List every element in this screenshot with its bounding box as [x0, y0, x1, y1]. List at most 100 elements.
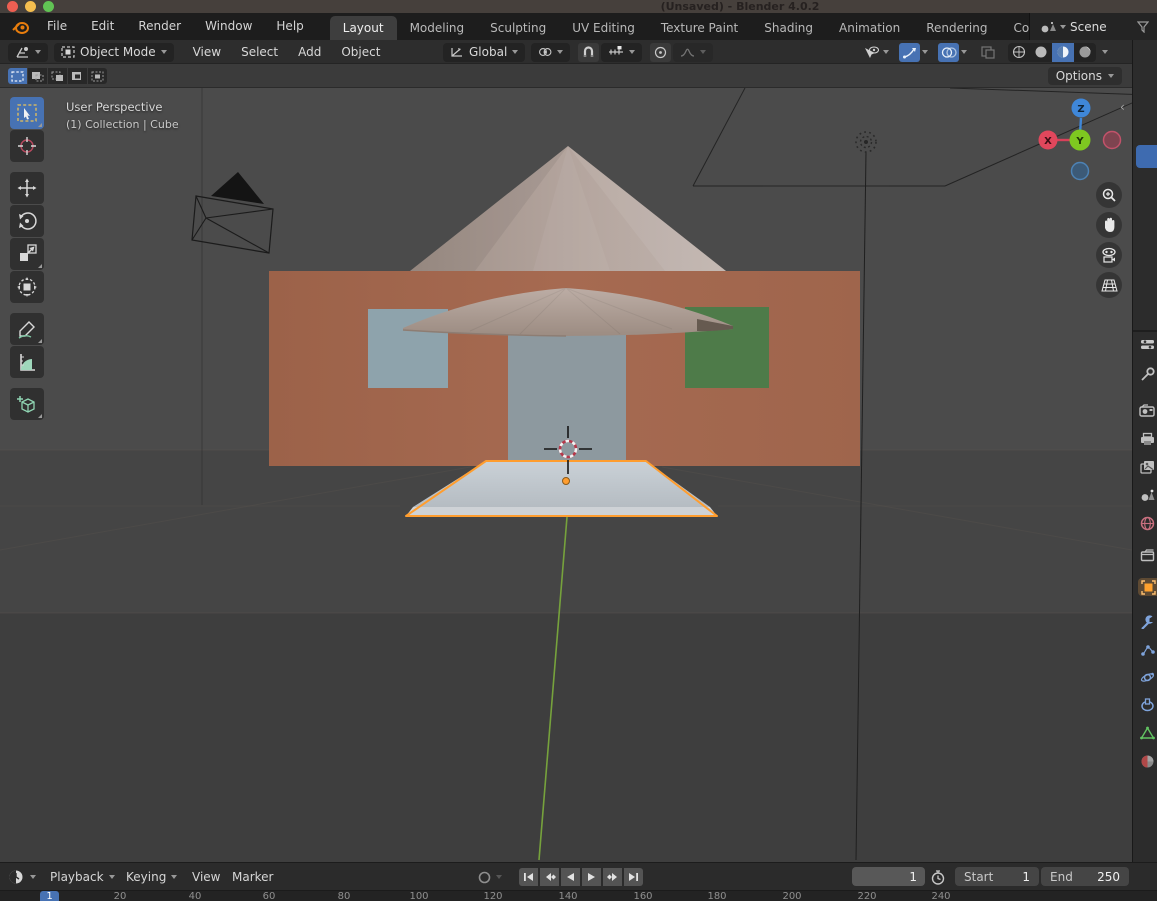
tab-animation[interactable]: Animation [826, 16, 913, 40]
next-keyframe-button[interactable] [603, 868, 622, 886]
tab-collection[interactable] [1138, 546, 1156, 564]
previous-keyframe-button[interactable] [540, 868, 559, 886]
play-reverse-button[interactable] [561, 868, 580, 886]
menu-select[interactable]: Select [232, 42, 287, 62]
proportional-editing-toggle[interactable] [650, 43, 671, 62]
menu-timeline-view[interactable]: View [192, 867, 220, 887]
tab-scene[interactable] [1138, 486, 1156, 504]
menu-add[interactable]: Add [289, 42, 330, 62]
select-mode-subtract-button[interactable] [48, 68, 67, 84]
minimize-window-button[interactable] [25, 1, 36, 12]
falloff-dropdown[interactable] [673, 43, 713, 62]
end-frame-field[interactable]: End 250 [1041, 867, 1129, 886]
tool-transform[interactable] [10, 271, 44, 303]
select-mode-extend-button[interactable] [28, 68, 47, 84]
tool-add-cube[interactable] [10, 388, 44, 420]
top-menubar: File Edit Render Window Help Layout Mode… [0, 13, 1157, 40]
menu-keying[interactable]: Keying [126, 867, 177, 887]
tool-rotate[interactable] [10, 205, 44, 237]
tab-texture-paint[interactable]: Texture Paint [648, 16, 751, 40]
tab-modifiers[interactable] [1138, 612, 1156, 630]
tool-annotate[interactable] [10, 313, 44, 345]
tab-compositing[interactable]: Compositing [1000, 16, 1029, 40]
tab-tool[interactable] [1138, 365, 1156, 383]
scene-selector[interactable]: Scene [1029, 13, 1157, 40]
timeline-editor-type-button[interactable] [8, 867, 36, 887]
menu-view[interactable]: View [184, 42, 230, 62]
editor-type-button[interactable] [8, 43, 48, 62]
pivot-point-dropdown[interactable] [531, 43, 570, 62]
tool-select-box[interactable] [10, 97, 44, 129]
chevron-down-icon [700, 50, 706, 54]
snap-with-dropdown[interactable] [601, 43, 642, 62]
close-window-button[interactable] [7, 1, 18, 12]
snap-toggle[interactable] [578, 43, 599, 62]
mode-dropdown[interactable]: Object Mode [54, 43, 174, 62]
tab-output[interactable] [1138, 430, 1156, 448]
tab-shading[interactable]: Shading [751, 16, 826, 40]
tab-object[interactable] [1138, 578, 1157, 596]
show-gizmo-toggle[interactable] [899, 43, 920, 62]
maximize-window-button[interactable] [43, 1, 54, 12]
floor-band [0, 613, 1132, 862]
tool-cursor[interactable] [10, 130, 44, 162]
tab-view-layer[interactable] [1138, 458, 1156, 476]
menu-playback[interactable]: Playback [50, 867, 115, 887]
show-overlays-toggle[interactable] [938, 43, 959, 62]
camera-view-button[interactable] [1096, 242, 1122, 268]
show-object-types-dropdown[interactable] [860, 43, 881, 62]
transform-orientation-dropdown[interactable]: Global [443, 43, 525, 62]
tool-move[interactable] [10, 172, 44, 204]
tool-scale[interactable] [10, 238, 44, 270]
properties-editor-icon[interactable] [1138, 335, 1156, 353]
tool-measure[interactable] [10, 346, 44, 378]
tab-world[interactable] [1138, 514, 1156, 532]
zoom-view-button[interactable] [1096, 182, 1122, 208]
current-frame-field[interactable]: 1 [852, 867, 925, 886]
tab-layout[interactable]: Layout [330, 16, 397, 40]
filter-icon[interactable] [1137, 21, 1149, 33]
region-divider [1133, 330, 1157, 332]
menu-edit[interactable]: Edit [79, 13, 126, 40]
menu-render[interactable]: Render [126, 13, 193, 40]
use-preview-range-button[interactable] [931, 867, 945, 887]
tab-render[interactable] [1138, 401, 1156, 419]
menu-marker[interactable]: Marker [232, 867, 273, 887]
menu-file[interactable]: File [35, 13, 79, 40]
tab-material[interactable] [1138, 752, 1156, 770]
outliner-selected-row[interactable] [1136, 145, 1157, 168]
blender-logo-icon[interactable] [12, 20, 29, 34]
select-mode-intersect-button[interactable] [88, 68, 107, 84]
chevron-down-icon [171, 875, 177, 879]
jump-to-start-button[interactable] [519, 868, 538, 886]
jump-to-end-button[interactable] [624, 868, 643, 886]
timeline-ruler[interactable]: 1 20 40 60 80 100 120 140 160 180 200 22… [0, 890, 1157, 901]
tab-uv-editing[interactable]: UV Editing [559, 16, 648, 40]
menu-help[interactable]: Help [264, 13, 315, 40]
select-mode-invert-button[interactable] [68, 68, 87, 84]
shading-rendered-button[interactable] [1074, 43, 1096, 62]
pan-view-button[interactable] [1096, 212, 1122, 238]
tab-sculpting[interactable]: Sculpting [477, 16, 559, 40]
viewport-3d[interactable]: User Perspective (1) Collection | Cube ‹ [0, 88, 1132, 862]
tab-particles[interactable] [1138, 640, 1156, 658]
menu-window[interactable]: Window [193, 13, 264, 40]
navigation-gizmo[interactable]: Z X Y [1036, 94, 1126, 186]
tab-modeling[interactable]: Modeling [397, 16, 478, 40]
tab-rendering[interactable]: Rendering [913, 16, 1000, 40]
tab-constraints[interactable] [1138, 696, 1156, 714]
shading-material-preview-button[interactable] [1052, 43, 1074, 62]
tab-object-data[interactable] [1138, 724, 1156, 742]
xray-toggle[interactable] [977, 43, 998, 62]
shading-solid-button[interactable] [1030, 43, 1052, 62]
menu-object[interactable]: Object [332, 42, 389, 62]
select-mode-new-button[interactable] [8, 68, 27, 84]
current-frame-indicator[interactable]: 1 [40, 891, 59, 901]
options-dropdown[interactable]: Options [1048, 67, 1122, 85]
shading-wireframe-button[interactable] [1008, 43, 1030, 62]
auto-keying-toggle[interactable] [478, 867, 502, 887]
play-button[interactable] [582, 868, 601, 886]
tab-physics[interactable] [1138, 668, 1156, 686]
start-frame-field[interactable]: Start 1 [955, 867, 1039, 886]
perspective-toggle-button[interactable] [1096, 272, 1122, 298]
